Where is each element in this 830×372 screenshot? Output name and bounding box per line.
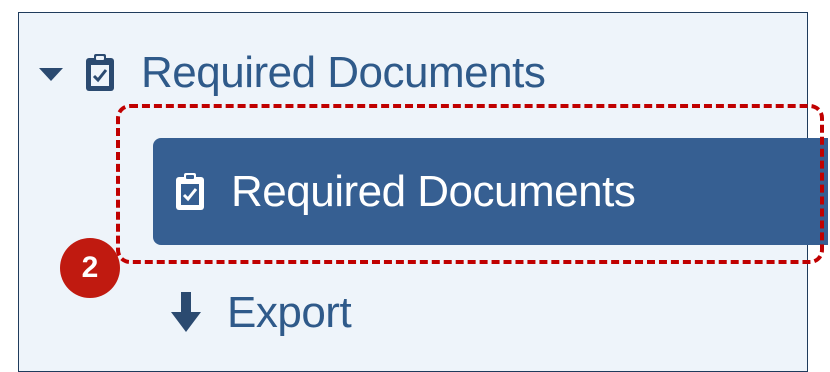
- caret-down-icon[interactable]: [39, 68, 63, 81]
- tree-node-label: Required Documents: [231, 166, 636, 216]
- clipboard-check-icon: [86, 54, 114, 91]
- tree-node-export[interactable]: Export: [171, 283, 352, 343]
- navigation-panel: Required Documents Required Documents Ex…: [18, 12, 828, 372]
- tree-node-label: Export: [227, 288, 352, 337]
- tree-node-required-documents-selected[interactable]: Required Documents: [153, 138, 828, 245]
- tree-node-label: Required Documents: [141, 48, 546, 97]
- step-number-badge: 2: [60, 238, 120, 298]
- clipboard-check-icon: [176, 172, 204, 210]
- arrow-down-icon: [171, 292, 201, 332]
- tree-node-required-documents-parent[interactable]: Required Documents: [39, 43, 546, 103]
